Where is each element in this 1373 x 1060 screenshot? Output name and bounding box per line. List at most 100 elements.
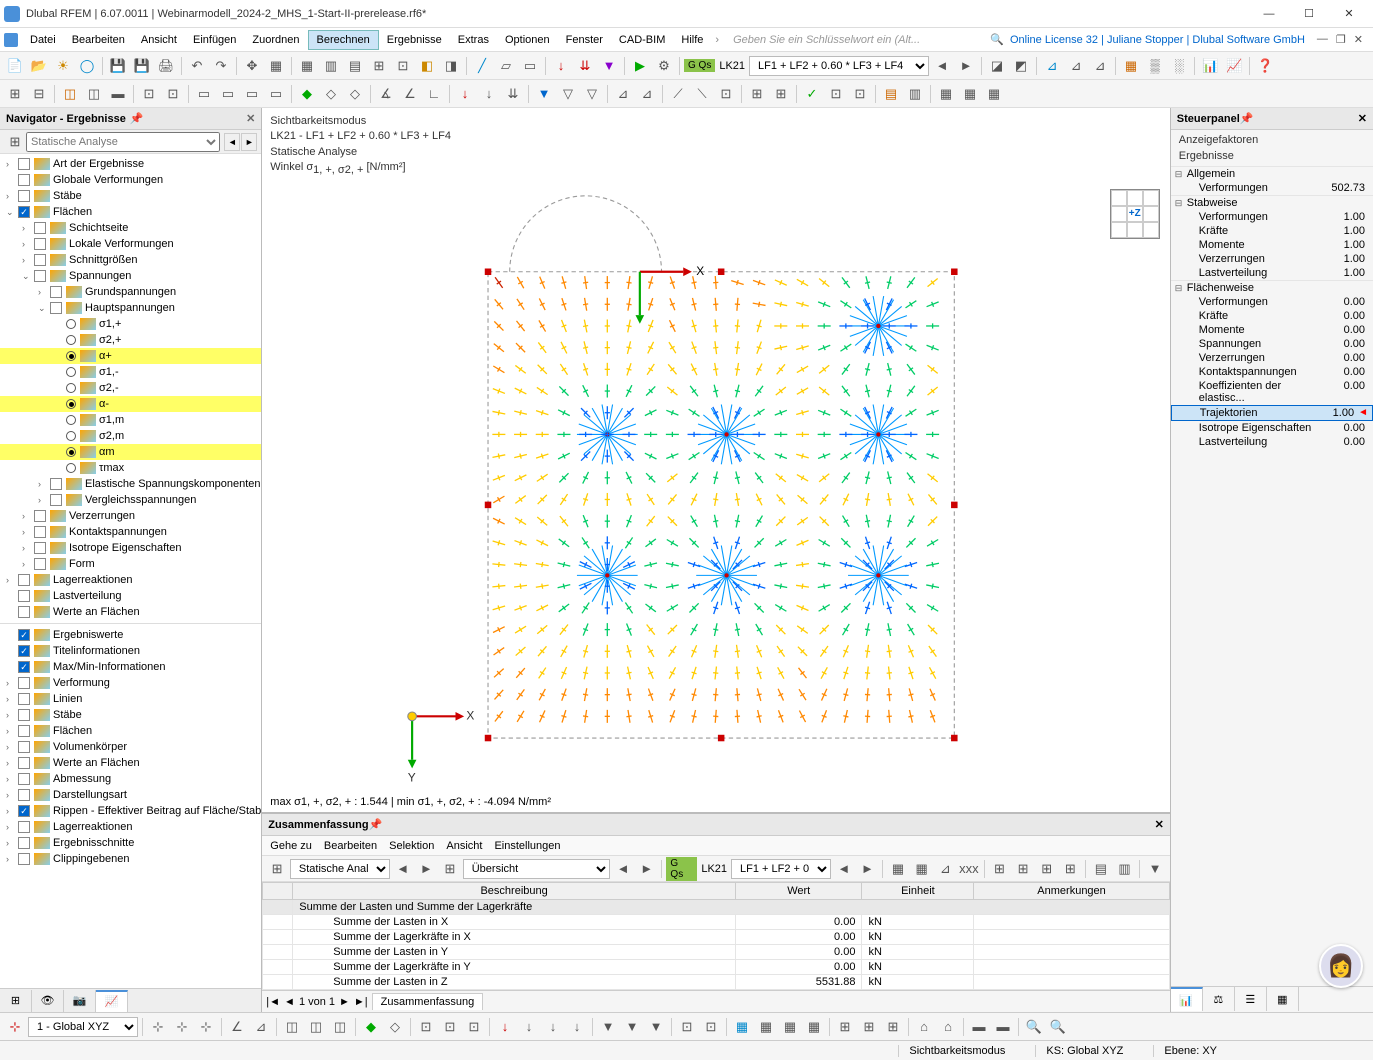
cp-item[interactable]: Spannungen0.00 [1171, 337, 1373, 351]
menu-extras[interactable]: Extras [450, 31, 497, 49]
sum-view-select[interactable]: Übersicht [463, 859, 610, 879]
b19-icon[interactable]: ▼ [621, 1016, 643, 1038]
cp-item[interactable]: Kräfte0.00 [1171, 309, 1373, 323]
cp-tab-4[interactable]: ▦ [1267, 987, 1299, 1011]
b7-icon[interactable]: ◫ [305, 1016, 327, 1038]
tree-item[interactable]: ✓Max/Min-Informationen [0, 659, 261, 675]
vol-icon[interactable]: ▭ [519, 55, 541, 77]
s14-icon[interactable]: ◇ [344, 83, 366, 105]
assistant-avatar[interactable]: 👩 [1319, 944, 1363, 988]
tree-item[interactable]: ›Stäbe [0, 707, 261, 723]
sum-t3-icon[interactable]: ⊿ [934, 858, 956, 880]
control-pin-icon[interactable]: 📌 [1240, 112, 1254, 125]
s34-icon[interactable]: ▤ [880, 83, 902, 105]
page-next-icon[interactable]: ► [339, 996, 350, 1008]
s19-icon[interactable]: ↓ [478, 83, 500, 105]
b9-icon[interactable]: ◆ [360, 1016, 382, 1038]
tree-item[interactable]: ›Lagerreaktionen [0, 819, 261, 835]
b14-icon[interactable]: ↓ [494, 1016, 516, 1038]
tree-item[interactable]: ›Volumenkörper [0, 739, 261, 755]
cp-group[interactable]: ⊟Allgemein [1171, 166, 1373, 181]
sum-view-icon[interactable]: ⊞ [439, 858, 461, 880]
s31-icon[interactable]: ✓ [801, 83, 823, 105]
sum-t10-icon[interactable]: ▥ [1114, 858, 1136, 880]
beam-icon[interactable]: ╱ [471, 55, 493, 77]
tree-item[interactable]: Werte an Flächen [0, 604, 261, 620]
saveas-icon[interactable]: 💾 [131, 55, 153, 77]
b18-icon[interactable]: ▼ [597, 1016, 619, 1038]
load1-icon[interactable]: ↓ [550, 55, 572, 77]
tree-item[interactable]: ›Darstellungsart [0, 787, 261, 803]
sum-t6-icon[interactable]: ⊞ [1012, 858, 1034, 880]
new-icon[interactable]: 📄 [4, 55, 26, 77]
cp-item[interactable]: Koeffizienten der elastisc...0.00 [1171, 379, 1373, 405]
b30-icon[interactable]: ⌂ [913, 1016, 935, 1038]
b3-icon[interactable]: ⊹ [195, 1016, 217, 1038]
tool5-icon[interactable]: ⊡ [392, 55, 414, 77]
app-menu-icon[interactable] [4, 33, 18, 47]
tree-item[interactable]: ›Stäbe [0, 188, 261, 204]
s21-icon[interactable]: ▼ [533, 83, 555, 105]
s29-icon[interactable]: ⊞ [746, 83, 768, 105]
s6-icon[interactable]: ⊡ [138, 83, 160, 105]
summary-pin-icon[interactable]: 📌 [369, 818, 383, 831]
cp-item[interactable]: Verformungen1.00 [1171, 210, 1373, 224]
tree-item[interactable]: ›Flächen [0, 723, 261, 739]
maximize-button[interactable]: ☐ [1289, 0, 1329, 28]
r3-icon[interactable]: ⊿ [1089, 55, 1111, 77]
grid1-icon[interactable]: ▦ [296, 55, 318, 77]
s9-icon[interactable]: ▭ [217, 83, 239, 105]
menu-optionen[interactable]: Optionen [497, 31, 558, 49]
s35-icon[interactable]: ▥ [904, 83, 926, 105]
mdi-close[interactable]: ✕ [1354, 33, 1363, 46]
help-icon[interactable]: ❓ [1254, 55, 1276, 77]
tree-item[interactable]: ›Vergleichsspannungen [0, 492, 261, 508]
sum-t5-icon[interactable]: ⊞ [989, 858, 1011, 880]
s11-icon[interactable]: ▭ [265, 83, 287, 105]
b6-icon[interactable]: ◫ [281, 1016, 303, 1038]
b5-icon[interactable]: ⊿ [250, 1016, 272, 1038]
s10-icon[interactable]: ▭ [241, 83, 263, 105]
control-close-icon[interactable]: ✕ [1358, 112, 1367, 125]
tree-item[interactable]: σ1,+ [0, 316, 261, 332]
sum-prev1-icon[interactable]: ◄ [392, 858, 414, 880]
next-icon[interactable]: ► [955, 55, 977, 77]
s26-icon[interactable]: ⟋ [667, 83, 689, 105]
b31-icon[interactable]: ⌂ [937, 1016, 959, 1038]
sum-t2-icon[interactable]: ▦ [911, 858, 933, 880]
sum-next2-icon[interactable]: ► [636, 858, 658, 880]
s24-icon[interactable]: ⊿ [612, 83, 634, 105]
cp-item[interactable]: Momente0.00 [1171, 323, 1373, 337]
s23-icon[interactable]: ▽ [581, 83, 603, 105]
sum-filter-icon[interactable]: ▼ [1144, 858, 1166, 880]
s4-icon[interactable]: ◫ [83, 83, 105, 105]
nav-type-icon[interactable]: ⊞ [4, 131, 26, 153]
cp-tab-1[interactable]: 📊 [1171, 987, 1203, 1011]
b8-icon[interactable]: ◫ [329, 1016, 351, 1038]
tree-item[interactable]: σ2,m [0, 428, 261, 444]
b12-icon[interactable]: ⊡ [439, 1016, 461, 1038]
prev-icon[interactable]: ◄ [931, 55, 953, 77]
tree-item[interactable]: ›✓Rippen - Effektiver Beitrag auf Fläche… [0, 803, 261, 819]
result-tree[interactable]: ›Art der ErgebnisseGlobale Verformungen›… [0, 154, 261, 988]
b-wcs-icon[interactable]: ⊹ [4, 1016, 26, 1038]
menu-ergebnisse[interactable]: Ergebnisse [379, 31, 450, 49]
control-grid[interactable]: ⊟AllgemeinVerformungen502.73⊟StabweiseVe… [1171, 166, 1373, 449]
sum-t1-icon[interactable]: ▦ [887, 858, 909, 880]
print-icon[interactable]: 🖨 [155, 55, 177, 77]
tool-icon[interactable]: ▦ [265, 55, 287, 77]
sum-t8-icon[interactable]: ⊞ [1060, 858, 1082, 880]
move-icon[interactable]: ✥ [241, 55, 263, 77]
b1-icon[interactable]: ⊹ [147, 1016, 169, 1038]
cp-item[interactable]: Verformungen502.73 [1171, 181, 1373, 195]
calc-icon[interactable]: ▶ [629, 55, 651, 77]
grid2-icon[interactable]: ▥ [320, 55, 342, 77]
cp-tab-2[interactable]: ⚖ [1203, 987, 1235, 1011]
r5-icon[interactable]: ▒ [1144, 55, 1166, 77]
navigator-close-icon[interactable]: ✕ [246, 112, 255, 125]
tree-item[interactable]: ›Verzerrungen [0, 508, 261, 524]
sum-menu-selektion[interactable]: Selektion [389, 840, 434, 852]
tree-item[interactable]: Lastverteilung [0, 588, 261, 604]
tree-item[interactable]: αm [0, 444, 261, 460]
tree-item[interactable]: ›Art der Ergebnisse [0, 156, 261, 172]
